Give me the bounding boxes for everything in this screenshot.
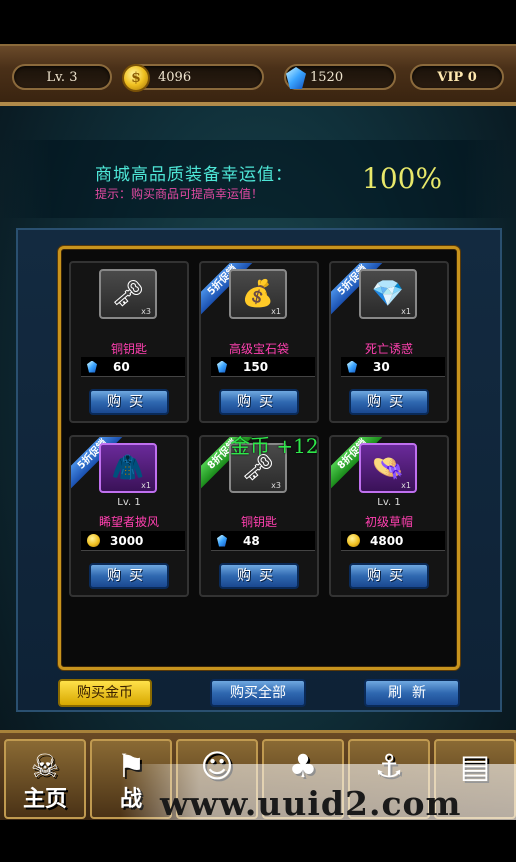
reward-float-text: 金币 +12 xyxy=(230,434,319,458)
bottom-black-bar xyxy=(0,820,516,862)
item-price: 4800 xyxy=(341,531,445,551)
gem-display[interactable]: 1520 xyxy=(284,64,396,90)
item-name: 死亡诱惑 xyxy=(364,342,413,356)
top-status-area xyxy=(0,0,516,44)
refresh-button[interactable]: 刷新 xyxy=(364,679,460,707)
vip-button[interactable]: VIP 0 xyxy=(410,64,504,90)
item-name: 初级草帽 xyxy=(364,515,413,529)
item-price: 30 xyxy=(341,357,445,377)
buy-all-button[interactable]: 购买全部 xyxy=(210,679,306,707)
gold-coin-icon xyxy=(347,534,360,547)
item-price: 150 xyxy=(211,357,315,377)
luck-banner: 商城高品质装备幸运值： 提示：购买商品可提高幸运值！ 100% xyxy=(0,140,516,218)
luck-hint: 提示：购买商品可提高幸运值！ xyxy=(95,187,264,201)
shop-item-card: 5折促销 💰 x1 高级宝石袋 150 购买 xyxy=(199,261,319,423)
item-price: 3000 xyxy=(81,531,185,551)
shop-item-card: 5折促销 🧥 x1 Lv. 1 睎望者披风 3000 购买 xyxy=(69,435,189,597)
gem-icon xyxy=(87,360,97,373)
gold-amount: 4096 xyxy=(158,69,192,85)
gold-coin-icon xyxy=(87,534,100,547)
gem-bag-icon[interactable]: 💰 x1 xyxy=(229,269,287,319)
gold-coin-icon: $ xyxy=(122,64,150,92)
buy-button[interactable]: 购买 xyxy=(219,389,299,415)
level-display: Lv. 3 xyxy=(12,64,112,90)
buy-button[interactable]: 购买 xyxy=(89,563,169,589)
gem-icon xyxy=(347,360,357,373)
shop-item-card: 5折促销 💎 x1 死亡诱惑 30 购买 xyxy=(329,261,449,423)
shop-item-card: 8折促销 🗝 x3 铜钥匙 48 购买 xyxy=(199,435,319,597)
luck-title: 商城高品质装备幸运值： xyxy=(95,165,293,185)
item-price: 60 xyxy=(81,357,185,377)
item-name: 高级宝石袋 xyxy=(228,342,289,356)
key-icon[interactable]: 🗝 x3 xyxy=(99,269,157,319)
gold-display[interactable]: $ 4096 xyxy=(122,64,264,92)
buy-gold-button[interactable]: 购买金币 xyxy=(58,679,152,707)
watermark-text: www.uuid2.com xyxy=(160,784,462,823)
buy-button[interactable]: 购买 xyxy=(349,389,429,415)
straw-hat-icon[interactable]: 👒 x1 xyxy=(359,443,417,493)
item-name: 铜钥匙 xyxy=(110,342,147,356)
treasure-icon[interactable]: 💎 x1 xyxy=(359,269,417,319)
buy-button[interactable]: 购买 xyxy=(89,389,169,415)
gem-icon xyxy=(286,67,306,89)
shop-item-card: 🗝 x3 铜钥匙 60 购买 xyxy=(69,261,189,423)
item-price: 48 xyxy=(211,531,315,551)
item-level: Lv. 1 xyxy=(377,497,401,508)
buy-button[interactable]: 购买 xyxy=(349,563,429,589)
gem-icon xyxy=(217,534,227,547)
nav-home-label: 主页 xyxy=(22,787,67,812)
cloak-icon[interactable]: 🧥 x1 xyxy=(99,443,157,493)
item-level: Lv. 1 xyxy=(117,497,141,508)
item-name: 铜钥匙 xyxy=(240,515,277,529)
shop-item-card: 8折促销 👒 x1 Lv. 1 初级草帽 4800 购买 xyxy=(329,435,449,597)
skull-hat-icon: ☠ xyxy=(30,747,60,785)
resource-bar: Lv. 3 $ 4096 1520 VIP 0 xyxy=(0,44,516,106)
gem-amount: 1520 xyxy=(310,69,344,85)
game-screen: Lv. 3 $ 4096 1520 VIP 0 商城高品质装备幸运值： 提示：购… xyxy=(0,0,516,862)
gem-icon xyxy=(217,360,227,373)
item-name: 睎望者披风 xyxy=(98,515,159,529)
buy-button[interactable]: 购买 xyxy=(219,563,299,589)
luck-value: 100% xyxy=(362,162,443,195)
nav-tab-home[interactable]: ☠ 主页 xyxy=(4,739,86,819)
